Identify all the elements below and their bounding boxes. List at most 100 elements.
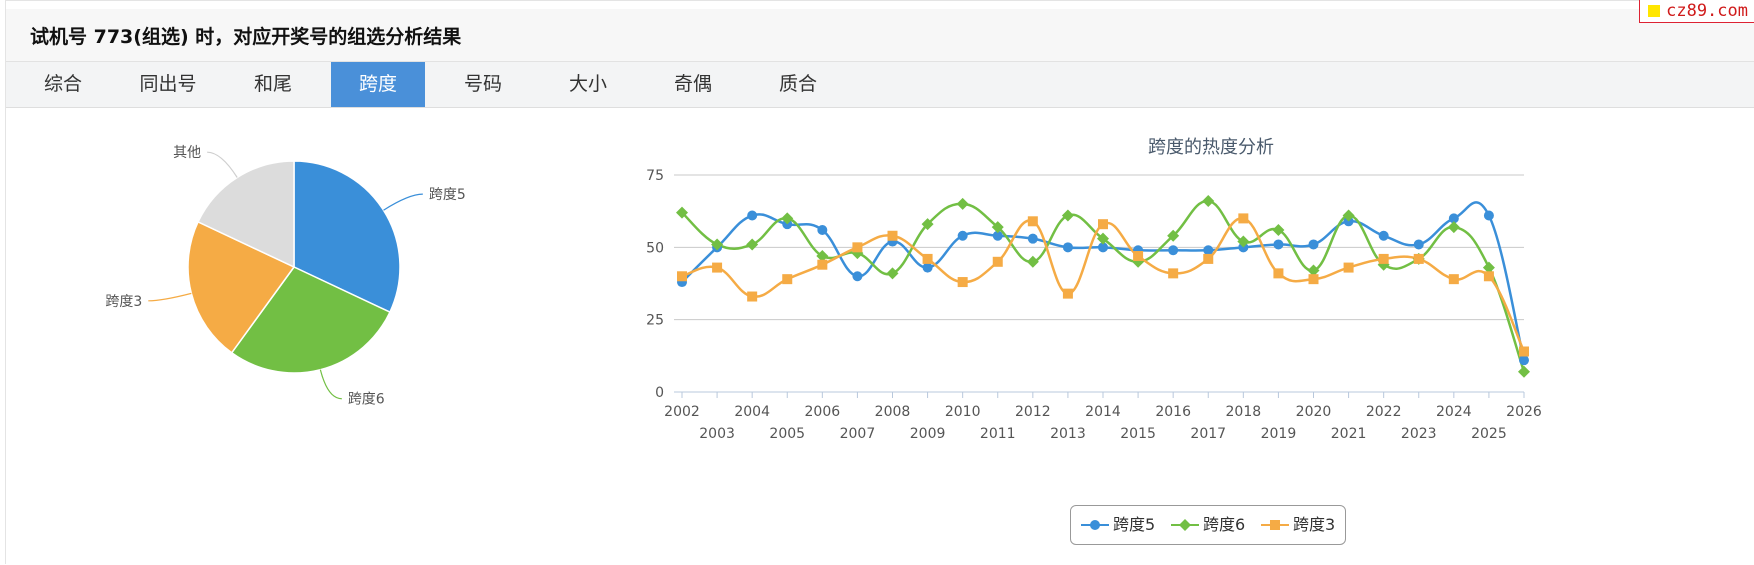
data-point[interactable] [1027,216,1038,227]
data-point[interactable] [1203,245,1214,256]
data-point[interactable] [1168,268,1179,279]
logo-square-icon [1648,5,1661,17]
data-point[interactable] [1308,274,1319,285]
pie-label-connector [207,151,238,178]
data-point[interactable] [922,262,933,273]
data-point[interactable] [1378,230,1389,241]
tab-bar: 综合 同出号 和尾 跨度 号码 大小 奇偶 质合 [6,62,1754,108]
tab-zonghe[interactable]: 综合 [16,62,110,107]
data-point[interactable] [1448,274,1459,285]
x-tick-label: 2013 [1050,426,1086,442]
data-point[interactable] [1308,239,1319,250]
data-point[interactable] [992,256,1003,267]
x-tick-label: 2002 [664,404,700,420]
analysis-panel: 试机号 773(组选) 时，对应开奖号的组选分析结果 综合 同出号 和尾 跨度 … [5,0,1754,564]
data-point[interactable] [1203,253,1214,264]
data-point[interactable] [782,274,793,285]
x-tick-label: 2005 [769,426,805,442]
chart-title: 跨度的热度分析 [1148,137,1274,158]
x-tick-label: 2004 [734,404,770,420]
x-tick-label: 2026 [1506,404,1542,420]
tab-jiou[interactable]: 奇偶 [646,62,740,107]
tab-kuadu[interactable]: 跨度 [331,62,425,107]
y-tick-label: 0 [655,385,664,401]
data-point[interactable] [817,224,828,235]
x-tick-label: 2010 [945,404,981,420]
legend-label: 跨度3 [1293,515,1336,534]
data-point[interactable] [747,210,758,221]
data-point[interactable] [1168,245,1179,256]
chart-legend: 跨度5 跨度6 跨度3 [1070,505,1346,545]
pie-chart: 跨度5 跨度6 跨度3 其他 [105,145,466,408]
data-point[interactable] [1413,253,1424,264]
tab-haoma[interactable]: 号码 [436,62,530,107]
data-point[interactable] [887,230,898,241]
data-point[interactable] [1027,233,1038,244]
data-point[interactable] [677,271,687,282]
data-point[interactable] [852,271,863,282]
watermark-text: cz89.com [1666,1,1748,21]
data-point[interactable] [957,277,968,288]
legend-circle-marker [1081,520,1109,530]
title-bar: 试机号 773(组选) 时，对应开奖号的组选分析结果 [6,9,1754,62]
tab-hewei[interactable]: 和尾 [226,62,320,107]
pie-slice-label: 跨度6 [348,392,385,408]
tab-daxiao[interactable]: 大小 [541,62,635,107]
x-tick-label: 2011 [980,426,1016,442]
x-tick-label: 2025 [1471,426,1507,442]
data-point[interactable] [1098,219,1108,230]
data-point[interactable] [1273,239,1284,250]
x-tick-label: 2012 [1015,404,1051,420]
x-tick-label: 2023 [1401,426,1437,442]
legend-label: 跨度5 [1113,515,1156,534]
data-point[interactable] [1026,255,1039,268]
data-point[interactable] [1133,251,1144,262]
data-point[interactable] [1238,213,1249,224]
data-point[interactable] [957,230,968,241]
x-tick-label: 2017 [1190,426,1226,442]
pie-slice-label: 跨度5 [429,187,466,203]
x-tick-label: 2018 [1226,404,1262,420]
data-point[interactable] [747,291,758,302]
data-point[interactable] [1343,262,1354,273]
data-point[interactable] [1518,365,1530,378]
pie-label-connector [148,292,192,302]
x-tick-label: 2007 [840,426,876,442]
data-point[interactable] [1062,288,1073,299]
data-point[interactable] [1273,268,1284,279]
data-point[interactable] [746,238,759,251]
tab-zhihe[interactable]: 质合 [751,62,845,107]
data-point[interactable] [956,197,969,210]
data-point[interactable] [1062,242,1073,253]
x-tick-label: 2020 [1296,404,1332,420]
data-point[interactable] [1447,221,1460,234]
x-tick-label: 2016 [1155,404,1191,420]
data-point[interactable] [852,242,863,253]
data-point[interactable] [1519,346,1529,357]
x-tick-label: 2008 [875,404,911,420]
x-tick-label: 2021 [1331,426,1367,442]
data-point[interactable] [1483,271,1494,282]
tab-tongchuhao[interactable]: 同出号 [121,62,215,107]
pie-slice-label: 其他 [173,145,201,161]
site-watermark: cz89.com [1639,0,1754,23]
y-tick-label: 75 [646,168,664,184]
line-chart: 跨度的热度分析 0 25 50 75 2002 2003 2004 20052006 2007… [646,137,1542,442]
data-point[interactable] [922,253,933,264]
data-point[interactable] [1378,253,1389,264]
x-tick-label: 2015 [1120,426,1156,442]
data-point[interactable] [1519,355,1529,366]
data-point[interactable] [1202,195,1215,208]
data-point[interactable] [817,259,828,270]
data-point[interactable] [712,262,723,273]
data-point[interactable] [1413,239,1424,250]
x-tick-label: 2009 [910,426,946,442]
legend-square-marker [1261,520,1289,530]
page-title: 试机号 773(组选) 时，对应开奖号的组选分析结果 [30,26,462,48]
data-point[interactable] [1483,210,1494,221]
x-tick-label: 2003 [699,426,735,442]
legend-label: 跨度6 [1203,515,1246,534]
x-tick-label: 2014 [1085,404,1121,420]
y-tick-label: 25 [646,313,664,329]
pie-label-connector [383,193,423,211]
